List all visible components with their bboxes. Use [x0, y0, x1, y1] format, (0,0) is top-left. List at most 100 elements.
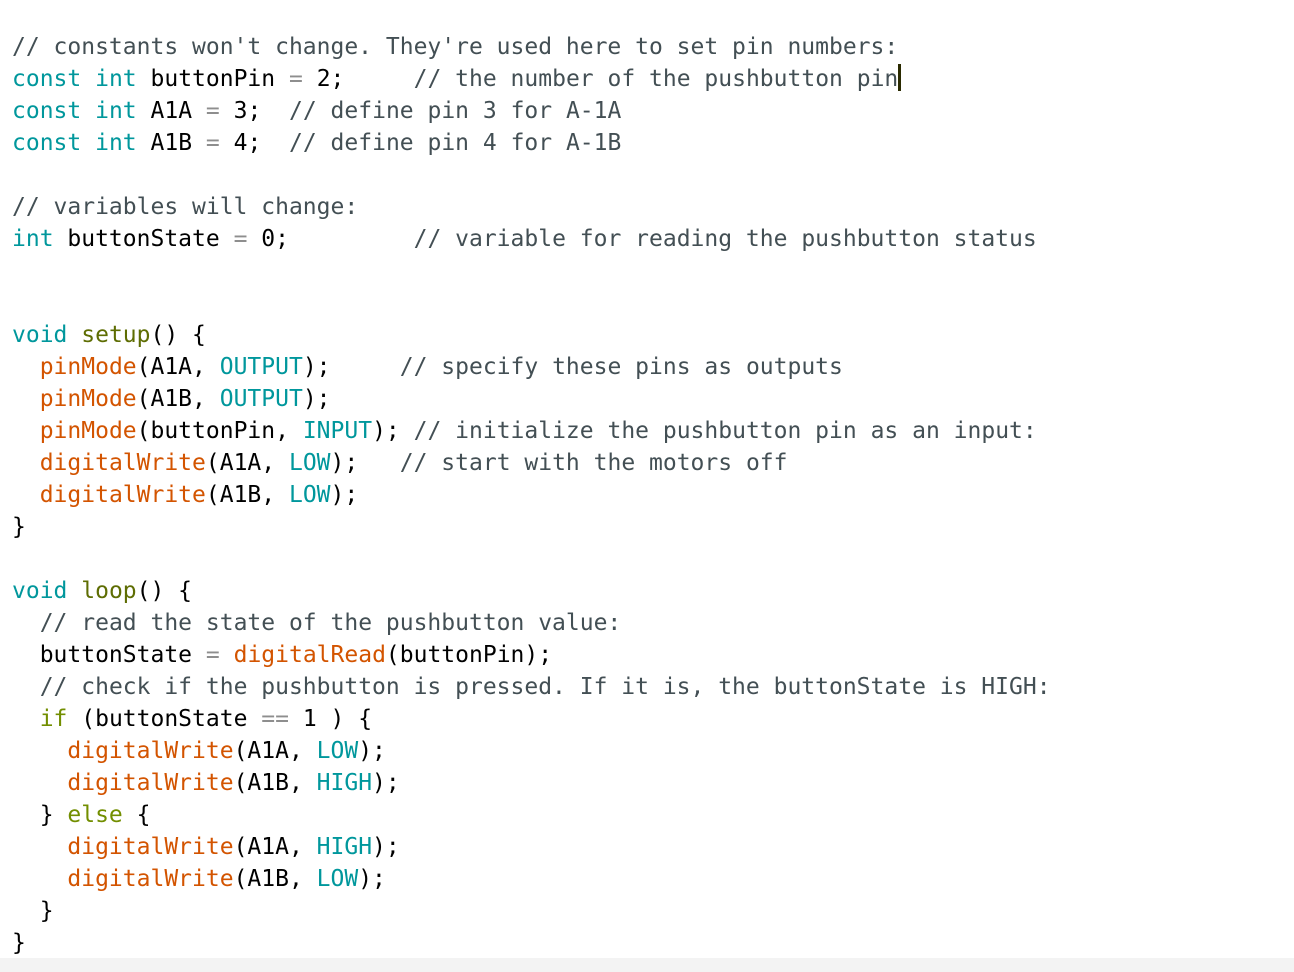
code-text: }	[12, 898, 54, 924]
code-comment: // initialize the pushbutton pin as an i…	[413, 418, 1037, 444]
code-text: 3;	[219, 98, 290, 124]
code-line[interactable]: digitalWrite(A1A, HIGH);	[12, 831, 1051, 863]
code-line[interactable]: digitalWrite(A1B, HIGH);	[12, 767, 1051, 799]
code-text: buttonPin	[136, 66, 289, 92]
code-comment: // define pin 4 for A-1B	[289, 130, 622, 156]
code-line[interactable]: if (buttonState == 1 ) {	[12, 703, 1051, 735]
code-text: );	[330, 482, 359, 508]
code-keyword: int	[12, 226, 54, 252]
code-operator: =	[288, 66, 303, 92]
code-line[interactable]	[12, 159, 1051, 191]
code-line[interactable]: // variables will change:	[12, 191, 1051, 223]
code-line[interactable]: void loop() {	[12, 575, 1051, 607]
code-text: (A1A,	[136, 354, 220, 380]
code-operator: =	[233, 226, 248, 252]
code-constant: INPUT	[302, 418, 373, 444]
code-text: 2;	[302, 66, 414, 92]
code-line[interactable]: }	[12, 927, 1051, 958]
code-constant: HIGH	[316, 834, 373, 860]
code-text: (A1B,	[233, 770, 317, 796]
code-function-name: digitalWrite	[39, 482, 206, 508]
code-line[interactable]: int buttonState = 0; // variable for rea…	[12, 223, 1051, 255]
code-text: );	[302, 386, 331, 412]
code-keyword: void	[12, 578, 68, 604]
code-comment: // check if the pushbutton is pressed. I…	[39, 674, 1051, 700]
code-line[interactable]: const int A1B = 4; // define pin 4 for A…	[12, 127, 1051, 159]
code-text: (A1B,	[233, 866, 317, 892]
code-area[interactable]: // constants won't change. They're used …	[12, 31, 1051, 958]
code-line[interactable]	[12, 543, 1051, 575]
code-keyword: int	[95, 98, 137, 124]
code-text: );	[372, 418, 414, 444]
code-line[interactable]: pinMode(A1A, OUTPUT); // specify these p…	[12, 351, 1051, 383]
code-keyword: const	[12, 130, 82, 156]
code-line[interactable]: digitalWrite(A1A, LOW); // start with th…	[12, 447, 1051, 479]
code-line[interactable]: digitalWrite(A1B, LOW);	[12, 863, 1051, 895]
code-line[interactable]: const int A1A = 3; // define pin 3 for A…	[12, 95, 1051, 127]
code-line[interactable]	[12, 255, 1051, 287]
code-text: );	[358, 866, 386, 892]
code-text: );	[372, 770, 400, 796]
code-text: (A1B,	[205, 482, 289, 508]
code-function-name: digitalWrite	[67, 866, 234, 892]
code-line[interactable]: const int buttonPin = 2; // the number o…	[12, 63, 1051, 95]
code-line[interactable]	[12, 287, 1051, 319]
code-function-name: digitalRead	[233, 642, 386, 668]
code-constant: OUTPUT	[219, 386, 303, 412]
code-keyword: const	[12, 98, 82, 124]
code-text: );	[358, 738, 386, 764]
code-keyword: int	[95, 66, 137, 92]
code-function-name: digitalWrite	[67, 738, 234, 764]
code-comment: // constants won't change. They're used …	[12, 34, 899, 60]
code-text: }	[12, 514, 26, 540]
code-text: () {	[136, 578, 193, 604]
code-text: (buttonState	[67, 706, 262, 732]
code-control-keyword: if	[39, 706, 68, 732]
code-comment: // define pin 3 for A-1A	[289, 98, 622, 124]
code-line[interactable]: pinMode(A1B, OUTPUT);	[12, 383, 1051, 415]
code-line[interactable]: digitalWrite(A1B, LOW);	[12, 479, 1051, 511]
code-line[interactable]: }	[12, 511, 1051, 543]
code-text: (buttonPin,	[136, 418, 303, 444]
code-editor[interactable]: // constants won't change. They're used …	[0, 0, 1294, 958]
code-function-definition: loop	[81, 578, 137, 604]
code-text: 0;	[247, 226, 414, 252]
code-text: (A1A,	[205, 450, 289, 476]
code-text: 4;	[219, 130, 290, 156]
code-constant: LOW	[288, 482, 331, 508]
code-function-name: pinMode	[39, 418, 137, 444]
code-line[interactable]: // constants won't change. They're used …	[12, 31, 1051, 63]
editor-bottom-edge	[0, 958, 1294, 972]
code-function-name: digitalWrite	[67, 834, 234, 860]
code-comment: // start with the motors off	[399, 450, 788, 476]
code-text: (A1B,	[136, 386, 220, 412]
code-comment: // the number of the pushbutton pin	[413, 66, 899, 92]
code-line[interactable]: void setup() {	[12, 319, 1051, 351]
code-line[interactable]: } else {	[12, 799, 1051, 831]
code-line[interactable]: buttonState = digitalRead(buttonPin);	[12, 639, 1051, 671]
code-operator: ==	[261, 706, 289, 732]
code-keyword: int	[95, 130, 137, 156]
code-line[interactable]: // check if the pushbutton is pressed. I…	[12, 671, 1051, 703]
code-line[interactable]: }	[12, 895, 1051, 927]
code-line[interactable]: digitalWrite(A1A, LOW);	[12, 735, 1051, 767]
code-constant: LOW	[316, 738, 359, 764]
code-text: }	[12, 930, 26, 956]
text-cursor	[898, 64, 902, 91]
code-text: }	[12, 802, 68, 828]
code-text: buttonState	[12, 642, 206, 668]
code-text: );	[372, 834, 400, 860]
code-text: );	[330, 450, 400, 476]
code-line[interactable]: pinMode(buttonPin, INPUT); // initialize…	[12, 415, 1051, 447]
code-text: {	[122, 802, 151, 828]
code-line[interactable]: // read the state of the pushbutton valu…	[12, 607, 1051, 639]
